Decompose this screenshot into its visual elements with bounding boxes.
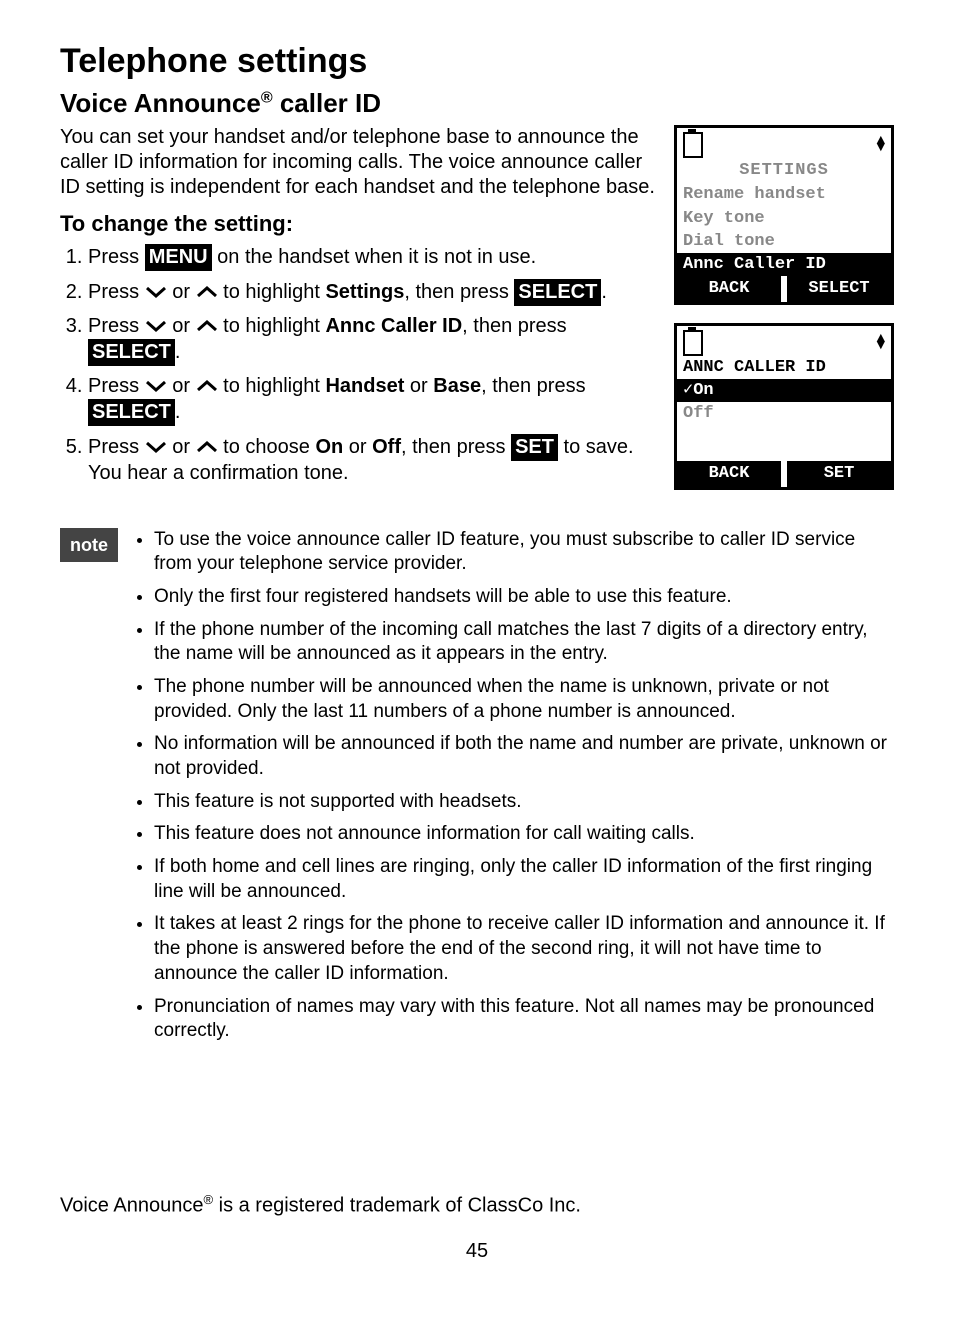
note-item: Pronunciation of names may vary with thi… xyxy=(154,995,894,1044)
select-button-label: SELECT xyxy=(88,399,175,426)
highlight-target: Base xyxy=(433,375,481,397)
battery-icon xyxy=(683,132,703,158)
note-badge: note xyxy=(60,528,118,563)
step-text: to choose xyxy=(218,436,316,458)
lcd-softkey-back: BACK xyxy=(677,276,781,301)
lcd-title: ANNC CALLER ID xyxy=(677,356,891,379)
lcd-option-selected: ✓On xyxy=(677,379,891,402)
step-text: on the handset when it is not in use. xyxy=(212,246,537,268)
chevron-up-icon xyxy=(196,441,218,453)
step-text: , then press xyxy=(481,375,586,397)
step-text: to highlight xyxy=(218,281,326,303)
step-text: or xyxy=(404,375,433,397)
step-text: or xyxy=(167,281,196,303)
chevron-down-icon xyxy=(145,320,167,332)
step-text: or xyxy=(343,436,372,458)
lcd-title: SETTINGS xyxy=(677,158,891,183)
step-text: to highlight xyxy=(218,315,326,337)
step-3: Press or to highlight Annc Caller ID, th… xyxy=(88,314,658,366)
step-text: to highlight xyxy=(218,375,326,397)
chevron-up-icon xyxy=(196,380,218,392)
page-title: Telephone settings xyxy=(60,40,894,83)
lcd-softkey-back: BACK xyxy=(677,461,781,486)
lcd-screen-settings: ▲▼ SETTINGS Rename handset Key tone Dial… xyxy=(674,125,894,305)
steps-list: Press MENU on the handset when it is not… xyxy=(60,244,658,486)
trademark-notice: Voice Announce® is a registered trademar… xyxy=(60,1192,894,1219)
step-2: Press or to highlight Settings, then pre… xyxy=(88,279,658,306)
highlight-target: Annc Caller ID xyxy=(325,315,462,337)
note-item: This feature does not announce informati… xyxy=(154,822,894,847)
note-item: The phone number will be announced when … xyxy=(154,675,894,724)
lcd-option: Off xyxy=(677,402,891,425)
note-item: Only the first four registered handsets … xyxy=(154,585,894,610)
to-change-heading: To change the setting: xyxy=(60,210,658,238)
scroll-indicator-icon: ▲▼ xyxy=(877,138,885,152)
intro-paragraph: You can set your handset and/or telephon… xyxy=(60,125,658,200)
step-5: Press or to choose On or Off, then press… xyxy=(88,434,658,486)
chevron-up-icon xyxy=(196,320,218,332)
step-text: , then press xyxy=(401,436,511,458)
step-4: Press or to highlight Handset or Base, t… xyxy=(88,374,658,426)
step-text: Press xyxy=(88,281,145,303)
note-item: It takes at least 2 rings for the phone … xyxy=(154,912,894,986)
note-item: If the phone number of the incoming call… xyxy=(154,618,894,667)
step-1: Press MENU on the handset when it is not… xyxy=(88,244,658,271)
lcd-softkey-set: SET xyxy=(787,461,891,486)
page-number: 45 xyxy=(60,1239,894,1264)
lcd-softkey-select: SELECT xyxy=(787,276,891,301)
step-text: or xyxy=(167,375,196,397)
highlight-target: Off xyxy=(372,436,401,458)
step-text: Press xyxy=(88,436,145,458)
lcd-menu-item: Rename handset xyxy=(677,183,891,206)
chevron-up-icon xyxy=(196,286,218,298)
lcd-menu-item: Dial tone xyxy=(677,230,891,253)
step-text: Press xyxy=(88,315,145,337)
registered-mark: ® xyxy=(203,1192,213,1207)
menu-button-label: MENU xyxy=(145,244,212,271)
trademark-text: Voice Announce xyxy=(60,1195,203,1217)
scroll-indicator-icon: ▲▼ xyxy=(877,336,885,350)
chevron-down-icon xyxy=(145,441,167,453)
registered-mark: ® xyxy=(261,89,273,106)
battery-icon xyxy=(683,330,703,356)
highlight-target: Handset xyxy=(325,375,404,397)
note-item: If both home and cell lines are ringing,… xyxy=(154,855,894,904)
set-button-label: SET xyxy=(511,434,558,461)
subheading-text-post: caller ID xyxy=(273,88,381,118)
lcd-menu-item: Key tone xyxy=(677,207,891,230)
chevron-down-icon xyxy=(145,380,167,392)
trademark-text: is a registered trademark of ClassCo Inc… xyxy=(213,1195,581,1217)
subheading-text-pre: Voice Announce xyxy=(60,88,261,118)
highlight-target: Settings xyxy=(325,281,404,303)
lcd-menu-item-selected: Annc Caller ID xyxy=(677,253,891,276)
note-item: No information will be announced if both… xyxy=(154,732,894,781)
select-button-label: SELECT xyxy=(514,279,601,306)
step-text: . xyxy=(175,341,181,363)
step-text: . xyxy=(175,401,181,423)
section-subtitle: Voice Announce® caller ID xyxy=(60,87,894,120)
step-text: or xyxy=(167,436,196,458)
select-button-label: SELECT xyxy=(88,339,175,366)
chevron-down-icon xyxy=(145,286,167,298)
step-text: Press xyxy=(88,246,145,268)
step-text: , then press xyxy=(462,315,567,337)
step-text: , then press xyxy=(404,281,514,303)
lcd-screen-annc: ▲▼ ANNC CALLER ID ✓On Off BACK SET xyxy=(674,323,894,490)
step-text: or xyxy=(167,315,196,337)
notes-list: To use the voice announce caller ID feat… xyxy=(130,528,894,1052)
step-text: . xyxy=(601,281,607,303)
step-text: Press xyxy=(88,375,145,397)
note-item: This feature is not supported with heads… xyxy=(154,790,894,815)
highlight-target: On xyxy=(315,436,343,458)
note-item: To use the voice announce caller ID feat… xyxy=(154,528,894,577)
